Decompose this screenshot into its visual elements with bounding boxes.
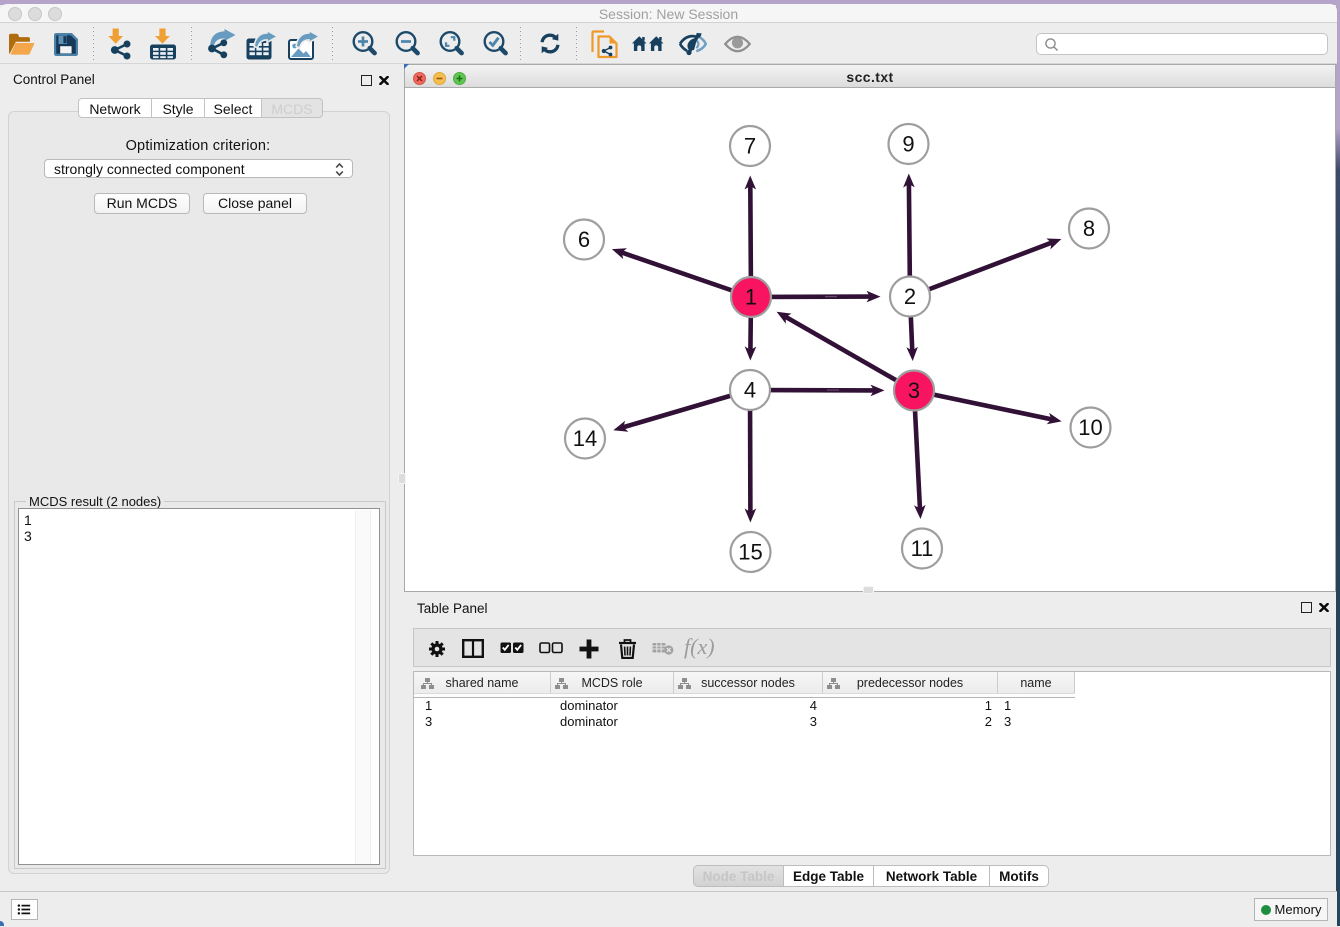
svg-text:3: 3 [908, 378, 920, 403]
svg-text:7: 7 [744, 134, 756, 159]
svg-text:2: 2 [904, 284, 916, 309]
svg-text:6: 6 [578, 227, 590, 252]
svg-text:10: 10 [1078, 415, 1102, 440]
svg-text:4: 4 [744, 378, 756, 403]
svg-text:11: 11 [911, 536, 934, 561]
svg-text:9: 9 [902, 132, 914, 157]
svg-text:1: 1 [745, 285, 757, 310]
svg-text:8: 8 [1083, 216, 1095, 241]
svg-text:14: 14 [573, 426, 597, 451]
svg-text:15: 15 [738, 540, 762, 565]
